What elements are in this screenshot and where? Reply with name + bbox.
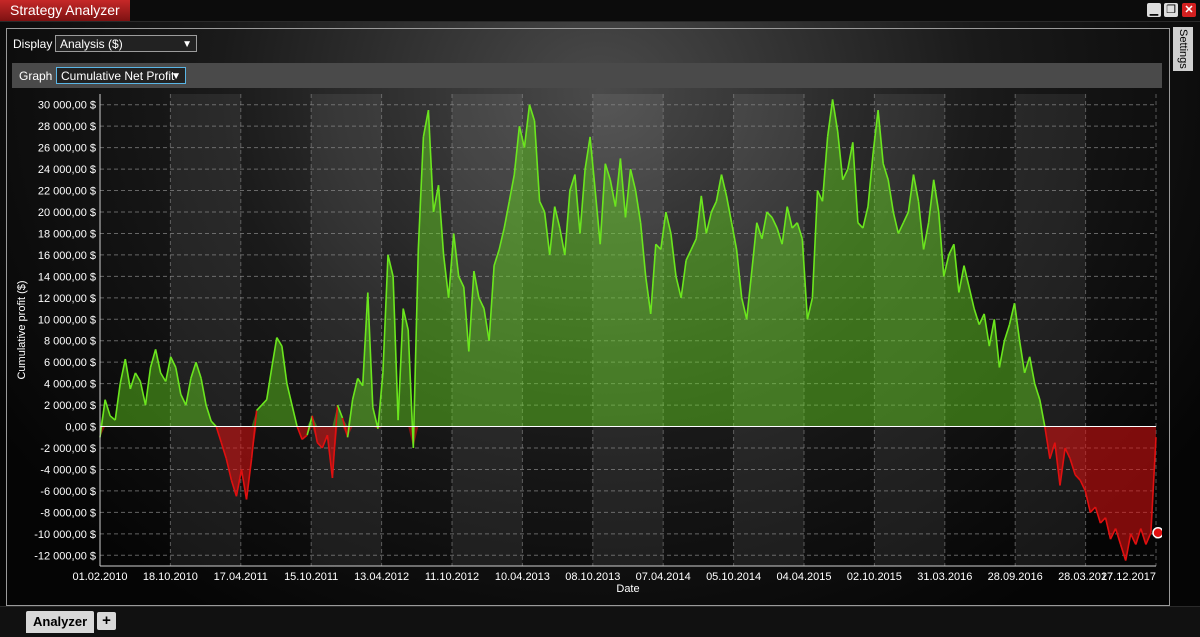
x-tick-label: 05.10.2014 xyxy=(706,571,761,583)
chevron-down-icon: ▼ xyxy=(171,71,181,82)
y-tick-label: 12 000,00 $ xyxy=(38,293,96,305)
x-tick-label: 13.04.2012 xyxy=(354,571,409,583)
bottom-tab-bar: Analyzer + xyxy=(0,606,1200,637)
y-tick-label: 18 000,00 $ xyxy=(38,228,96,240)
graph-dropdown[interactable]: Cumulative Net Profit ▼ xyxy=(56,67,186,84)
window-title-bar: Strategy Analyzer ▁ ❐ ✕ xyxy=(0,0,1200,22)
y-tick-label: 16 000,00 $ xyxy=(38,250,96,262)
close-button[interactable]: ✕ xyxy=(1182,3,1196,17)
cumulative-profit-chart: 30 000,00 $ 28 000,00 $ 26 000,00 $ 24 000,… xyxy=(16,94,1162,595)
y-tick-label: -4 000,00 $ xyxy=(40,464,96,476)
x-tick-label: 08.10.2013 xyxy=(565,571,620,583)
y-tick-label: -6 000,00 $ xyxy=(40,486,96,498)
y-tick-label: 20 000,00 $ xyxy=(38,207,96,219)
x-tick-label: 11.10.2012 xyxy=(425,571,479,583)
date-band xyxy=(311,94,382,566)
y-tick-label: 24 000,00 $ xyxy=(38,164,96,176)
add-tab-button[interactable]: + xyxy=(97,612,116,630)
display-dropdown-value: Analysis ($) xyxy=(60,37,123,51)
y-tick-label: 26 000,00 $ xyxy=(38,143,96,155)
y-tick-label: 22 000,00 $ xyxy=(38,186,96,198)
y-tick-label: 0,00 $ xyxy=(65,422,96,434)
tab-analyzer[interactable]: Analyzer xyxy=(26,611,95,633)
restore-button[interactable]: ❐ xyxy=(1164,3,1178,17)
chart-area: 30 000,00 $ 28 000,00 $ 26 000,00 $ 24 000,… xyxy=(12,90,1162,602)
y-tick-label: 28 000,00 $ xyxy=(38,121,96,133)
date-band xyxy=(170,94,241,566)
graph-dropdown-value: Cumulative Net Profit xyxy=(61,69,175,83)
x-tick-label: 31.03.2016 xyxy=(917,571,972,583)
y-tick-label: -8 000,00 $ xyxy=(40,507,96,519)
y-tick-label: 10 000,00 $ xyxy=(38,314,96,326)
date-band xyxy=(1015,94,1086,566)
y-axis-title: Cumulative profit ($) xyxy=(16,280,28,379)
x-axis-title: Date xyxy=(616,583,639,595)
y-tick-label: 8 000,00 $ xyxy=(44,336,96,348)
x-tick-label: 17.04.2011 xyxy=(214,571,268,583)
minimize-button[interactable]: ▁ xyxy=(1147,3,1161,17)
y-tick-label: 14 000,00 $ xyxy=(38,271,96,283)
y-tick-label: 4 000,00 $ xyxy=(44,379,96,391)
y-tick-label: 6 000,00 $ xyxy=(44,357,96,369)
settings-tab[interactable]: Settings xyxy=(1173,27,1193,71)
x-tick-label: 01.02.2010 xyxy=(72,571,127,583)
graph-label: Graph xyxy=(19,69,53,83)
x-tick-label: 04.04.2015 xyxy=(776,571,831,583)
x-tick-label: 02.10.2015 xyxy=(847,571,902,583)
x-tick-label: 27.12.2017 xyxy=(1101,571,1156,583)
end-point-marker xyxy=(1152,526,1162,539)
x-tick-label: 28.09.2016 xyxy=(988,571,1043,583)
x-tick-label: 07.04.2014 xyxy=(636,571,691,583)
x-tick-label: 18.10.2010 xyxy=(143,571,198,583)
y-tick-label: -12 000,00 $ xyxy=(34,550,96,562)
y-tick-label: 2 000,00 $ xyxy=(44,400,96,412)
y-tick-label: -2 000,00 $ xyxy=(40,443,96,455)
window-title: Strategy Analyzer xyxy=(0,0,130,21)
y-tick-label: -10 000,00 $ xyxy=(34,529,96,541)
y-tick-label: 30 000,00 $ xyxy=(38,100,96,112)
x-tick-label: 10.04.2013 xyxy=(495,571,550,583)
display-label: Display xyxy=(13,37,53,51)
chevron-down-icon: ▼ xyxy=(182,39,192,50)
display-dropdown[interactable]: Analysis ($) ▼ xyxy=(55,35,197,52)
x-tick-label: 15.10.2011 xyxy=(284,571,338,583)
